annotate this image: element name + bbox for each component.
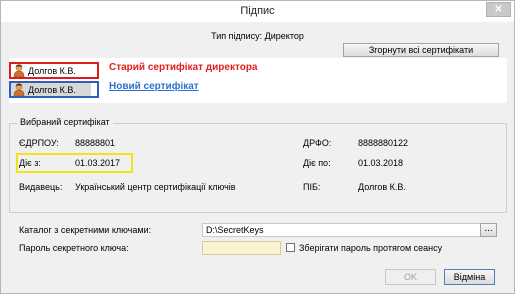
valid-from-value: 01.03.2017 (75, 158, 121, 168)
save-password-checkbox[interactable] (286, 243, 295, 252)
password-label: Пароль секретного ключа: (19, 243, 129, 253)
signature-type-label: Тип підпису: Директор (211, 31, 304, 41)
pib-label: ПІБ: (303, 182, 321, 192)
certificate-item-old[interactable]: Долгов К.В. (9, 62, 99, 79)
title-bar: Підпис ✕ (1, 1, 514, 22)
old-certificate-annotation: Старий сертифікат директора (109, 62, 258, 73)
ok-button[interactable]: OK (385, 269, 436, 285)
save-password-label[interactable]: Зберігати пароль протягом сеансу (299, 243, 442, 253)
person-icon (13, 83, 25, 96)
signature-dialog: Підпис ✕ Тип підпису: Директор Згорнути … (0, 0, 515, 294)
new-certificate-annotation: Новий сертифікат (109, 81, 199, 92)
password-field[interactable] (202, 241, 281, 255)
certificate-item-new[interactable]: Долгов К.В. (9, 81, 99, 98)
collapse-all-certificates-button[interactable]: Згорнути всі сертифікати (343, 43, 499, 57)
cancel-button[interactable]: Відміна (444, 269, 495, 285)
person-icon (13, 64, 25, 77)
window-title: Підпис (240, 5, 275, 17)
catalog-field[interactable]: D:\SecretKeys (202, 223, 482, 237)
catalog-label: Каталог з секретними ключами: (19, 225, 152, 235)
close-button[interactable]: ✕ (486, 2, 511, 17)
drfo-label: ДРФО: (303, 138, 332, 148)
valid-to-label: Діє по: (303, 158, 331, 168)
pib-value: Долгов К.В. (358, 182, 406, 192)
drfo-value: 8888880122 (358, 138, 409, 148)
issuer-label: Видавець: (19, 182, 63, 192)
valid-to-value: 01.03.2018 (358, 158, 404, 168)
selected-certificate-title: Вибраний сертифікат (17, 117, 113, 127)
certificate-name: Долгов К.В. (28, 84, 76, 95)
certificate-name: Долгов К.В. (28, 65, 76, 76)
valid-from-label: Діє з: (19, 158, 41, 168)
browse-button[interactable]: ... (480, 223, 497, 237)
issuer-value: Український центр сертифікації ключів (75, 182, 236, 192)
edrpou-label: ЄДРПОУ: (19, 138, 59, 148)
edrpou-value: 88888801 (75, 138, 116, 148)
